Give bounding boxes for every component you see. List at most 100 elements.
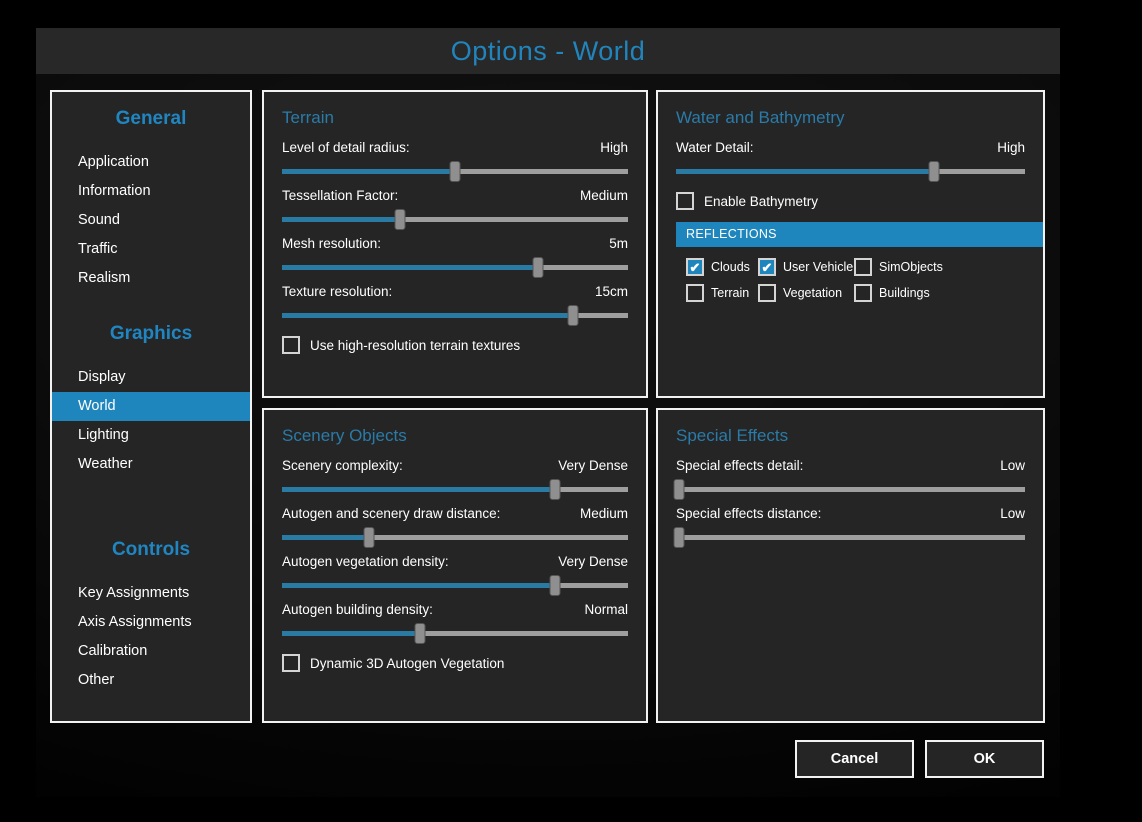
checkbox-reflection-simobjects[interactable]: ✔ SimObjects: [854, 258, 1025, 276]
checkbox-reflection-user-vehicle[interactable]: ✔ User Vehicle: [758, 258, 854, 276]
checkbox-label: Use high-resolution terrain textures: [310, 338, 520, 353]
slider-fill: [282, 313, 573, 318]
slider-track[interactable]: [282, 217, 628, 222]
sidebar-item-traffic[interactable]: Traffic: [52, 235, 250, 264]
checkbox-icon[interactable]: ✔: [854, 284, 872, 302]
checkbox-use-high-resolution-terrain-textures[interactable]: ✔ Use high-resolution terrain textures: [282, 336, 628, 354]
terrain-panel-title: Terrain: [282, 108, 628, 128]
checkbox-reflection-terrain[interactable]: ✔ Terrain: [686, 284, 758, 302]
slider-track[interactable]: [282, 535, 628, 540]
slider-label: Autogen vegetation density:: [282, 554, 449, 569]
slider-fill: [282, 217, 400, 222]
slider-track[interactable]: [676, 535, 1025, 540]
checkbox-icon[interactable]: ✔: [282, 654, 300, 672]
slider-level-of-detail-radius: Level of detail radius: High: [282, 140, 628, 174]
slider-label: Special effects distance:: [676, 506, 821, 521]
sidebar-item-application[interactable]: Application: [52, 148, 250, 177]
sidebar-item-other[interactable]: Other: [52, 666, 250, 695]
options-dialog: Options - World General Application Info…: [0, 0, 1142, 822]
sidebar-item-axis-assignments[interactable]: Axis Assignments: [52, 608, 250, 637]
slider-thumb[interactable]: [415, 623, 426, 644]
slider-autogen-building-density: Autogen building density: Normal: [282, 602, 628, 636]
slider-thumb[interactable]: [674, 527, 685, 548]
sidebar-group-general: General Application Information Sound Tr…: [52, 104, 250, 293]
slider-track[interactable]: [282, 265, 628, 270]
sidebar-header-graphics: Graphics: [52, 319, 250, 348]
slider-value: Low: [1000, 458, 1025, 473]
sidebar-item-world[interactable]: World: [52, 392, 250, 421]
checkbox-icon[interactable]: ✔: [854, 258, 872, 276]
slider-thumb[interactable]: [533, 257, 544, 278]
checkbox-icon[interactable]: ✔: [686, 284, 704, 302]
checkbox-icon[interactable]: ✔: [676, 192, 694, 210]
special-effects-panel: Special Effects Special effects detail: …: [656, 408, 1045, 723]
checkbox-label: Vegetation: [783, 286, 842, 300]
dialog-title: Options - World: [451, 36, 646, 67]
checkbox-enable-bathymetry[interactable]: ✔ Enable Bathymetry: [676, 192, 1025, 210]
slider-fill: [676, 169, 934, 174]
slider-value: 5m: [609, 236, 628, 251]
checkbox-reflection-vegetation[interactable]: ✔ Vegetation: [758, 284, 854, 302]
slider-fill: [282, 169, 455, 174]
slider-thumb[interactable]: [550, 479, 561, 500]
slider-fill: [282, 535, 369, 540]
slider-track[interactable]: [282, 583, 628, 588]
slider-track[interactable]: [282, 631, 628, 636]
slider-value: High: [997, 140, 1025, 155]
checkbox-reflection-clouds[interactable]: ✔ Clouds: [686, 258, 758, 276]
checkbox-icon[interactable]: ✔: [282, 336, 300, 354]
reflections-options: ✔ Clouds ✔ User Vehicle ✔ SimObjects ✔ T…: [686, 258, 1025, 302]
checkbox-label: Buildings: [879, 286, 930, 300]
checkbox-dynamic-3d-autogen-vegetation[interactable]: ✔ Dynamic 3D Autogen Vegetation: [282, 654, 628, 672]
sidebar-item-sound[interactable]: Sound: [52, 206, 250, 235]
sidebar-group-controls: Controls Key Assignments Axis Assignment…: [52, 535, 250, 695]
slider-thumb[interactable]: [929, 161, 940, 182]
cancel-button[interactable]: Cancel: [795, 740, 914, 778]
sidebar-item-calibration[interactable]: Calibration: [52, 637, 250, 666]
checkmark-icon: ✔: [762, 261, 773, 274]
footer-buttons: Cancel OK: [795, 740, 1044, 778]
slider-thumb[interactable]: [550, 575, 561, 596]
slider-track[interactable]: [676, 487, 1025, 492]
slider-thumb[interactable]: [450, 161, 461, 182]
slider-track[interactable]: [676, 169, 1025, 174]
sidebar-item-information[interactable]: Information: [52, 177, 250, 206]
slider-thumb[interactable]: [394, 209, 405, 230]
checkbox-label: Enable Bathymetry: [704, 194, 818, 209]
slider-value: Medium: [580, 506, 628, 521]
slider-thumb[interactable]: [363, 527, 374, 548]
slider-track[interactable]: [282, 313, 628, 318]
slider-track[interactable]: [282, 487, 628, 492]
slider-label: Autogen and scenery draw distance:: [282, 506, 500, 521]
water-bathymetry-panel: Water and Bathymetry Water Detail: High …: [656, 90, 1045, 398]
slider-label: Autogen building density:: [282, 602, 433, 617]
sidebar-item-weather[interactable]: Weather: [52, 450, 250, 479]
checkbox-label: Terrain: [711, 286, 749, 300]
terrain-panel: Terrain Level of detail radius: High Tes…: [262, 90, 648, 398]
checkbox-icon[interactable]: ✔: [758, 284, 776, 302]
slider-track[interactable]: [282, 169, 628, 174]
slider-fill: [282, 265, 538, 270]
slider-value: Low: [1000, 506, 1025, 521]
sidebar-item-realism[interactable]: Realism: [52, 264, 250, 293]
checkbox-icon[interactable]: ✔: [758, 258, 776, 276]
sidebar-item-display[interactable]: Display: [52, 363, 250, 392]
slider-water-detail: Water Detail: High: [676, 140, 1025, 174]
slider-thumb[interactable]: [674, 479, 685, 500]
checkbox-label: User Vehicle: [783, 260, 853, 274]
sidebar-header-general: General: [52, 104, 250, 133]
slider-label: Mesh resolution:: [282, 236, 381, 251]
ok-button[interactable]: OK: [925, 740, 1044, 778]
slider-thumb[interactable]: [567, 305, 578, 326]
checkbox-label: Clouds: [711, 260, 750, 274]
sidebar-item-lighting[interactable]: Lighting: [52, 421, 250, 450]
title-bar: Options - World: [36, 28, 1060, 74]
slider-fill: [282, 631, 420, 636]
checkbox-label: Dynamic 3D Autogen Vegetation: [310, 656, 504, 671]
effects-panel-title: Special Effects: [676, 426, 1025, 446]
slider-label: Level of detail radius:: [282, 140, 410, 155]
sidebar-item-key-assignments[interactable]: Key Assignments: [52, 579, 250, 608]
slider-label: Tessellation Factor:: [282, 188, 398, 203]
checkbox-icon[interactable]: ✔: [686, 258, 704, 276]
checkbox-reflection-buildings[interactable]: ✔ Buildings: [854, 284, 1025, 302]
